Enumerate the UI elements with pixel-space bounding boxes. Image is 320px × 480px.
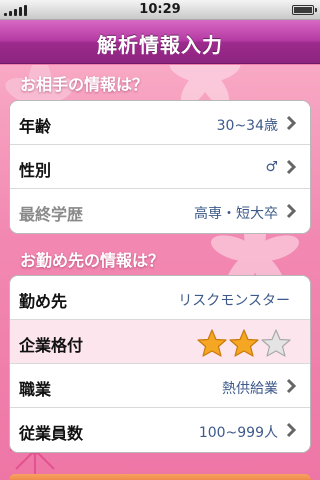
flower-decoration-icon — [169, 65, 241, 105]
navigation-bar: 解析情報入力 — [0, 20, 320, 64]
bottom-button-edge[interactable] — [9, 474, 311, 480]
chevron-right-icon — [286, 203, 297, 219]
chevron-right-icon — [286, 115, 297, 131]
row-label: 最終学歴 — [19, 205, 84, 224]
row-value: 高専・短大卒 — [194, 206, 278, 222]
row-employer[interactable]: 勤め先 リスクモンスター — [10, 276, 310, 320]
row-age[interactable]: 年齢 30~34歳 — [10, 101, 310, 145]
row-value: 100~999人 — [198, 425, 278, 441]
chevron-right-icon — [286, 159, 297, 175]
row-value: ♂ — [265, 159, 278, 175]
star-empty-icon — [261, 329, 291, 357]
chevron-right-icon — [286, 422, 297, 438]
section-header-partner: お相手の情報は？ — [20, 75, 149, 94]
star-rating — [196, 328, 292, 358]
row-gender[interactable]: 性別 ♂ — [10, 145, 310, 189]
row-occupation[interactable]: 職業 熱供給業 — [10, 364, 310, 408]
row-label: 勤め先 — [19, 292, 68, 311]
page-title: 解析情報入力 — [97, 33, 223, 57]
work-info-group: 勤め先 リスクモンスター 企業格付 職業 熱供給業 従業員数 100~999人 — [9, 275, 311, 453]
content-area: お相手の情報は？ 年齢 30~34歳 性別 ♂ 最終学歴 高専・短大卒 お勤め先… — [0, 65, 320, 480]
battery-icon — [292, 5, 317, 15]
star-filled-icon — [229, 329, 259, 357]
star-filled-icon — [197, 329, 227, 357]
section-header-work: お勤め先の情報は？ — [20, 251, 165, 270]
partner-info-group: 年齢 30~34歳 性別 ♂ 最終学歴 高専・短大卒 — [9, 100, 311, 234]
row-label: 企業格付 — [19, 336, 84, 355]
row-education[interactable]: 最終学歴 高専・短大卒 — [10, 189, 310, 233]
row-employees[interactable]: 従業員数 100~999人 — [10, 408, 310, 452]
row-value: 熱供給業 — [222, 381, 278, 397]
status-time: 10:29 — [139, 2, 181, 17]
status-bar: 10:29 — [0, 0, 320, 20]
chevron-right-icon — [286, 378, 297, 394]
row-value: リスクモンスター — [178, 293, 290, 309]
row-label: 従業員数 — [19, 424, 84, 443]
row-label: 職業 — [19, 380, 52, 399]
row-value: 30~34歳 — [216, 118, 278, 134]
row-label: 年齢 — [19, 117, 52, 136]
row-label: 性別 — [19, 161, 52, 180]
row-company-rating: 企業格付 — [10, 320, 310, 364]
